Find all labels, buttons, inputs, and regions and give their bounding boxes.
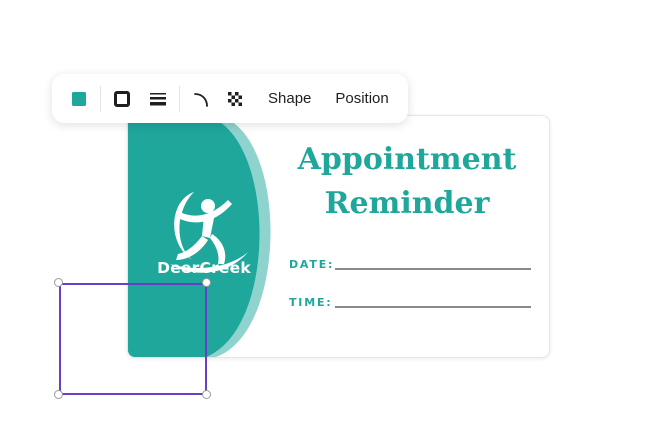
date-label: DATE:: [289, 258, 335, 271]
border-style-icon: [114, 90, 130, 107]
border-weight-button[interactable]: [143, 84, 173, 114]
card-title: Appointment Reminder: [278, 138, 536, 226]
border-weight-icon: [150, 92, 166, 105]
position-menu-button[interactable]: Position: [323, 90, 400, 107]
brand-name: DeerCreek: [157, 259, 251, 277]
title-line-1: Appointment: [297, 142, 517, 177]
resize-handle-bottom-left[interactable]: [54, 390, 63, 399]
date-line: [335, 268, 531, 270]
corner-rounding-icon: [194, 92, 208, 107]
fill-color-icon: [72, 91, 86, 106]
resize-handle-top-left[interactable]: [54, 278, 63, 287]
element-toolbar: Shape Position: [52, 74, 408, 123]
canvas[interactable]: DeerCreek Appointment Reminder DATE: TIM…: [0, 0, 650, 429]
border-style-button[interactable]: [107, 84, 137, 114]
shape-menu-button[interactable]: Shape: [256, 90, 323, 107]
title-line-2: Reminder: [324, 186, 490, 221]
selection-box[interactable]: [59, 283, 207, 395]
transparency-button[interactable]: [220, 84, 250, 114]
time-line: [335, 306, 531, 308]
toolbar-divider: [179, 85, 180, 112]
time-label: TIME:: [289, 296, 333, 309]
resize-handle-top-right[interactable]: [202, 278, 211, 287]
corner-rounding-button[interactable]: [186, 84, 216, 114]
fill-color-button[interactable]: [64, 84, 94, 114]
resize-handle-bottom-right[interactable]: [202, 390, 211, 399]
toolbar-divider: [100, 85, 101, 112]
transparency-icon: [228, 91, 242, 106]
